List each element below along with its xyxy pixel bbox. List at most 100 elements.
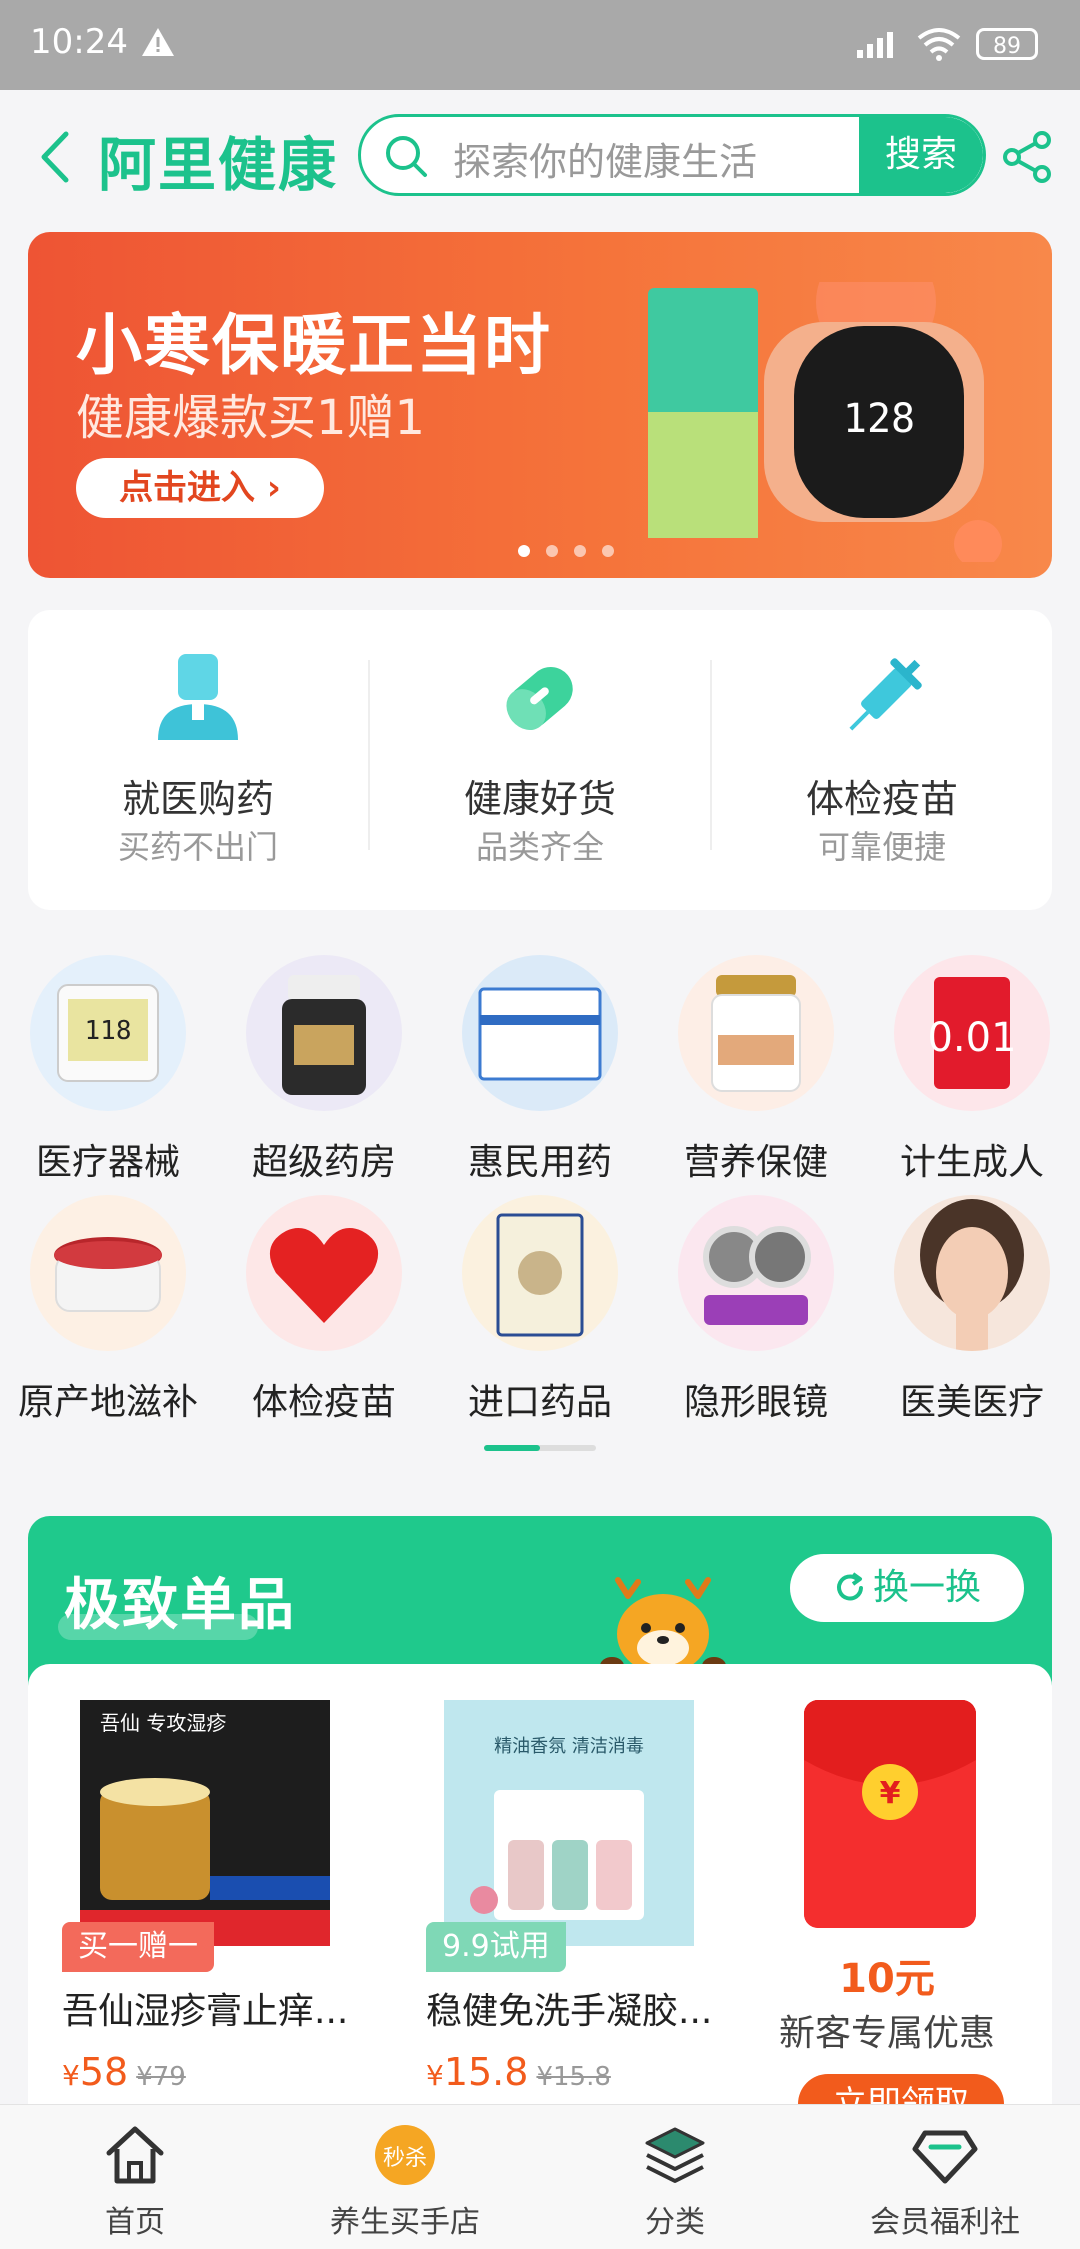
service-medical[interactable]: 就医购药 买药不出门 (28, 610, 368, 910)
member-icon (912, 2130, 978, 2184)
category-label: 营养保健 (683, 1142, 828, 1183)
category-image: 118 (30, 955, 186, 1111)
service-subtitle: 可靠便捷 (817, 828, 946, 866)
refresh-button[interactable]: 换一换 (790, 1554, 1024, 1622)
pagination-dot (602, 545, 614, 557)
tab-label: 首页 (105, 2205, 165, 2240)
category-image (894, 1195, 1050, 1351)
banner-cta-button[interactable]: 点击进入 › (76, 458, 324, 518)
tab-member[interactable]: 会员福利社 (810, 2105, 1080, 2249)
status-time: 10:24 (30, 22, 128, 62)
pagination-dot (574, 545, 586, 557)
category-label: 超级药房 (251, 1142, 396, 1183)
svg-text:精油香氛 清洁消毒: 精油香氛 清洁消毒 (494, 1736, 644, 1757)
layers-icon (645, 2127, 705, 2183)
promo-banner[interactable]: 小寒保暖正当时 健康爆款买1赠1 点击进入 › 128 (28, 232, 1052, 578)
category-item[interactable]: 惠民用药 (432, 955, 648, 1185)
tab-home[interactable]: 首页 (0, 2105, 270, 2249)
warning-icon (142, 28, 174, 56)
share-icon[interactable] (1000, 130, 1054, 184)
category-item[interactable]: 隐形眼镜 (648, 1195, 864, 1425)
category-label: 原产地滋补 (17, 1382, 198, 1423)
category-item[interactable]: 进口药品 (432, 1195, 648, 1425)
top-header: 阿里健康 探索你的健康生活 搜索 (0, 90, 1080, 220)
category-image: 0.01 (894, 955, 1050, 1111)
search-button[interactable]: 搜索 (859, 117, 983, 193)
category-label: 医疗器械 (35, 1142, 180, 1183)
pagination-dot (546, 545, 558, 557)
flash-sale-icon: 秒杀 (375, 2125, 435, 2185)
category-image (462, 955, 618, 1111)
category-item[interactable]: 体检疫苗 (216, 1195, 432, 1425)
battery-indicator: 89 (976, 28, 1038, 60)
product-price: ¥15.8 ¥15.8 (426, 2050, 611, 2094)
product-image: 精油香氛 清洁消毒 (444, 1700, 694, 1946)
coupon-amount: 10元 (839, 1956, 935, 2002)
svg-text:秒杀: 秒杀 (383, 2146, 427, 2171)
original-price: ¥15.8 (536, 2062, 611, 2092)
category-item[interactable]: 原产地滋补 (0, 1195, 216, 1425)
category-label: 隐形眼镜 (683, 1382, 828, 1423)
category-label: 计生成人 (899, 1142, 1044, 1183)
category-image (678, 955, 834, 1111)
category-label: 体检疫苗 (251, 1382, 396, 1423)
pagination-dot (518, 545, 530, 557)
service-title: 健康好货 (463, 777, 616, 821)
category-item[interactable]: 营养保健 (648, 955, 864, 1185)
category-item[interactable]: 医美医疗 (864, 1195, 1080, 1425)
category-image (246, 1195, 402, 1351)
doctor-icon (158, 654, 238, 740)
tab-label: 会员福利社 (870, 2205, 1020, 2240)
service-checkup[interactable]: 体检疫苗 可靠便捷 (712, 610, 1052, 910)
red-packet-icon: ¥ (804, 1700, 976, 1928)
svg-text:0.01: 0.01 (927, 1015, 1016, 1061)
service-subtitle: 品类齐全 (475, 828, 604, 866)
category-image (30, 1195, 186, 1351)
status-bar: 10:24 89 (0, 0, 1080, 90)
syringe-icon (849, 658, 922, 731)
category-label: 进口药品 (467, 1382, 612, 1423)
pill-icon (506, 667, 573, 731)
category-item[interactable]: 超级药房 (216, 955, 432, 1185)
back-arrow-icon[interactable] (38, 130, 72, 184)
service-title: 就医购药 (121, 777, 274, 821)
service-title: 体检疫苗 (805, 777, 958, 821)
search-icon (386, 136, 427, 177)
category-image (462, 1195, 618, 1351)
category-item[interactable]: 118 医疗器械 (0, 955, 216, 1185)
product-image: 吾仙 专攻湿疹 (80, 1700, 330, 1946)
banner-subtitle: 健康爆款买1赠1 (76, 390, 426, 446)
original-price: ¥79 (136, 2062, 186, 2092)
svg-text:¥: ¥ (880, 1776, 901, 1811)
svg-text:吾仙 专攻湿疹: 吾仙 专攻湿疹 (100, 1711, 226, 1735)
category-label: 惠民用药 (467, 1142, 612, 1183)
tab-label: 养生买手店 (330, 2205, 480, 2240)
search-input[interactable]: 探索你的健康生活 (453, 131, 757, 186)
category-item[interactable]: 0.01 计生成人 (864, 955, 1080, 1185)
tab-label: 分类 (645, 2205, 705, 2240)
wifi-icon (917, 28, 961, 61)
category-label: 医美医疗 (899, 1382, 1044, 1423)
coupon-description: 新客专属优惠 (778, 2013, 995, 2054)
service-subtitle: 买药不出门 (117, 828, 278, 866)
banner-product-image: 128 (648, 282, 1002, 562)
refresh-label: 换一换 (872, 1567, 981, 1608)
bottom-tab-bar: 首页 秒杀 养生买手店 分类 会员福利社 (0, 2104, 1080, 2249)
deer-mascot-icon (600, 1577, 726, 1675)
product-tag: 买一赠一 (62, 1922, 214, 1972)
app-title: 阿里健康 (98, 131, 339, 199)
service-goods[interactable]: 健康好货 品类齐全 (370, 610, 710, 910)
tab-category[interactable]: 分类 (540, 2105, 810, 2249)
svg-text:118: 118 (85, 1016, 132, 1046)
product-name: 稳健免洗手凝胶... (426, 1991, 713, 2032)
product-tag: 9.9试用 (426, 1922, 566, 1972)
banner-title: 小寒保暖正当时 (76, 307, 552, 384)
signal-icon (857, 32, 893, 58)
tab-flash-sale[interactable]: 秒杀 养生买手店 (270, 2105, 540, 2249)
home-icon (106, 2126, 164, 2184)
product-price: ¥58 ¥79 (62, 2050, 186, 2094)
search-bar[interactable]: 探索你的健康生活 搜索 (358, 114, 986, 196)
section-title: 极致单品 (64, 1573, 296, 1638)
category-image (678, 1195, 834, 1351)
category-pager (484, 1445, 596, 1451)
